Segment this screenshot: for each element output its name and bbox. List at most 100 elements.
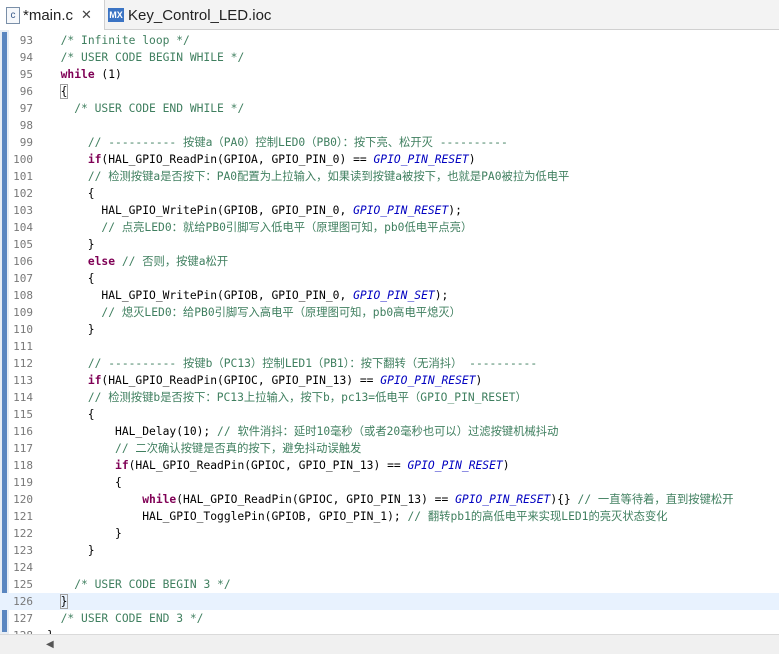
close-icon[interactable]: ✕ (81, 7, 92, 23)
code-line[interactable]: 103 HAL_GPIO_WritePin(GPIOB, GPIO_PIN_0,… (0, 202, 779, 219)
code-line[interactable]: 117 // 二次确认按键是否真的按下，避免抖动误触发 (0, 440, 779, 457)
code-token: // 点亮LED0：就给PB0引脚写入低电平（原理图可知，pb0低电平点亮） (101, 221, 473, 234)
scroll-left-icon[interactable]: ◀ (46, 639, 54, 650)
code-line[interactable]: 108 HAL_GPIO_WritePin(GPIOB, GPIO_PIN_0,… (0, 287, 779, 304)
code-lines[interactable]: 93 /* Infinite loop */94 /* USER CODE BE… (0, 32, 779, 634)
code-line[interactable]: 124 (0, 559, 779, 576)
code-token: { (47, 187, 95, 200)
line-number: 97 (19, 102, 33, 115)
code-token: GPIO_PIN_RESET (455, 493, 551, 506)
code-token: // 检测按键a是否按下：PA0配置为上拉输入，如果读到按键a被按下，也就是PA… (87, 170, 570, 183)
line-number: 112 (13, 357, 33, 370)
tab-key-control-led-ioc[interactable]: MX Key_Control_LED.ioc (104, 0, 304, 30)
code-line[interactable]: 119 { (0, 474, 779, 491)
code-line[interactable]: 105 } (0, 236, 779, 253)
line-number: 98 (19, 119, 33, 132)
line-number: 126 (13, 595, 33, 608)
code-text: HAL_Delay(10); // 软件消抖：延时10毫秒（或者20毫秒也可以）… (47, 423, 558, 440)
horizontal-scrollbar[interactable]: ◀ (0, 634, 779, 654)
code-line[interactable]: 95 while (1) (0, 66, 779, 83)
tab-label: Key_Control_LED.ioc (128, 6, 272, 24)
code-text: } (47, 525, 122, 542)
line-number: 124 (13, 561, 33, 574)
code-line[interactable]: 93 /* Infinite loop */ (0, 32, 779, 49)
code-line[interactable]: 104 // 点亮LED0：就给PB0引脚写入低电平（原理图可知，pb0低电平点… (0, 219, 779, 236)
code-line[interactable]: 99 // ---------- 按键a（PA0）控制LED0（PB0）：按下亮… (0, 134, 779, 151)
line-number: 116 (13, 425, 33, 438)
line-number: 119 (13, 476, 33, 489)
code-token: // ---------- 按键a（PA0）控制LED0（PB0）：按下亮、松开… (87, 136, 508, 149)
line-number: 100 (13, 153, 33, 166)
code-token: ){} (550, 493, 578, 506)
line-number: 103 (13, 204, 33, 217)
code-text: /* USER CODE BEGIN 3 */ (47, 576, 231, 593)
code-line[interactable]: 112 // ---------- 按键b（PC13）控制LED1（PB1）：按… (0, 355, 779, 372)
line-number: 113 (13, 374, 33, 387)
code-token: GPIO_PIN_RESET (380, 374, 476, 387)
line-number: 106 (13, 255, 33, 268)
code-token: } (47, 238, 95, 251)
code-token: /* USER CODE END WHILE */ (74, 102, 245, 115)
code-token: /* Infinite loop */ (60, 34, 190, 47)
code-line[interactable]: 110 } (0, 321, 779, 338)
code-line[interactable]: 125 /* USER CODE BEGIN 3 */ (0, 576, 779, 593)
code-token: // 否则，按键a松开 (121, 255, 229, 268)
code-line[interactable]: 127 /* USER CODE END 3 */ (0, 610, 779, 627)
code-line[interactable]: 107 { (0, 270, 779, 287)
code-line[interactable]: 121 HAL_GPIO_TogglePin(GPIOB, GPIO_PIN_1… (0, 508, 779, 525)
code-token: if (115, 459, 129, 472)
code-line[interactable]: 113 if(HAL_GPIO_ReadPin(GPIOC, GPIO_PIN_… (0, 372, 779, 389)
code-line[interactable]: 98 (0, 117, 779, 134)
code-text: } (47, 542, 95, 559)
line-number: 123 (13, 544, 33, 557)
code-line[interactable]: 94 /* USER CODE BEGIN WHILE */ (0, 49, 779, 66)
code-line[interactable]: 116 HAL_Delay(10); // 软件消抖：延时10毫秒（或者20毫秒… (0, 423, 779, 440)
code-token: HAL_GPIO_TogglePin(GPIOB, GPIO_PIN_1); (47, 510, 408, 523)
code-line[interactable]: 97 /* USER CODE END WHILE */ (0, 100, 779, 117)
code-line[interactable]: 106 else // 否则，按键a松开 (0, 253, 779, 270)
code-line[interactable]: 100 if(HAL_GPIO_ReadPin(GPIOA, GPIO_PIN_… (0, 151, 779, 168)
code-line[interactable]: 120 while(HAL_GPIO_ReadPin(GPIOC, GPIO_P… (0, 491, 779, 508)
code-line[interactable]: 123 } (0, 542, 779, 559)
code-token: HAL_GPIO_WritePin(GPIOB, GPIO_PIN_0, (47, 289, 354, 302)
code-token: } (47, 527, 122, 540)
code-line[interactable]: 101 // 检测按键a是否按下：PA0配置为上拉输入，如果读到按键a被按下，也… (0, 168, 779, 185)
code-line[interactable]: 111 (0, 338, 779, 355)
line-number: 118 (13, 459, 33, 472)
code-token: ) (475, 374, 483, 387)
code-line[interactable]: 126 } (0, 593, 779, 610)
code-line[interactable]: 102 { (0, 185, 779, 202)
code-token: { (59, 84, 69, 99)
line-number: 105 (13, 238, 33, 251)
code-token: HAL_GPIO_WritePin(GPIOB, GPIO_PIN_0, (47, 204, 354, 217)
code-line[interactable]: 122 } (0, 525, 779, 542)
code-token: GPIO_PIN_RESET (373, 153, 469, 166)
code-text: // 检测按键a是否按下：PA0配置为上拉输入，如果读到按键a被按下，也就是PA… (47, 168, 570, 185)
code-line[interactable]: 115 { (0, 406, 779, 423)
code-line[interactable]: 109 // 熄灭LED0：给PB0引脚写入高电平（原理图可知，pb0高电平熄灭… (0, 304, 779, 321)
line-number: 128 (9, 627, 33, 634)
code-line[interactable]: 96 { (0, 83, 779, 100)
code-token: /* USER CODE BEGIN 3 */ (74, 578, 231, 591)
code-token: } (59, 594, 69, 609)
code-token: // 一直等待着，直到按键松开 (577, 493, 734, 506)
code-text: // ---------- 按键b（PC13）控制LED1（PB1）：按下翻转（… (47, 355, 537, 372)
scrollbar-track[interactable] (60, 641, 760, 648)
code-line[interactable]: 128} (0, 627, 779, 634)
code-line[interactable]: 118 if(HAL_GPIO_ReadPin(GPIOC, GPIO_PIN_… (0, 457, 779, 474)
code-editor[interactable]: 93 /* Infinite loop */94 /* USER CODE BE… (0, 30, 779, 634)
code-line[interactable]: 114 // 检测按键b是否按下：PC13上拉输入，按下b，pc13=低电平（G… (0, 389, 779, 406)
tab-main-c[interactable]: c *main.c ✕ (0, 0, 105, 30)
code-token: { (47, 476, 122, 489)
